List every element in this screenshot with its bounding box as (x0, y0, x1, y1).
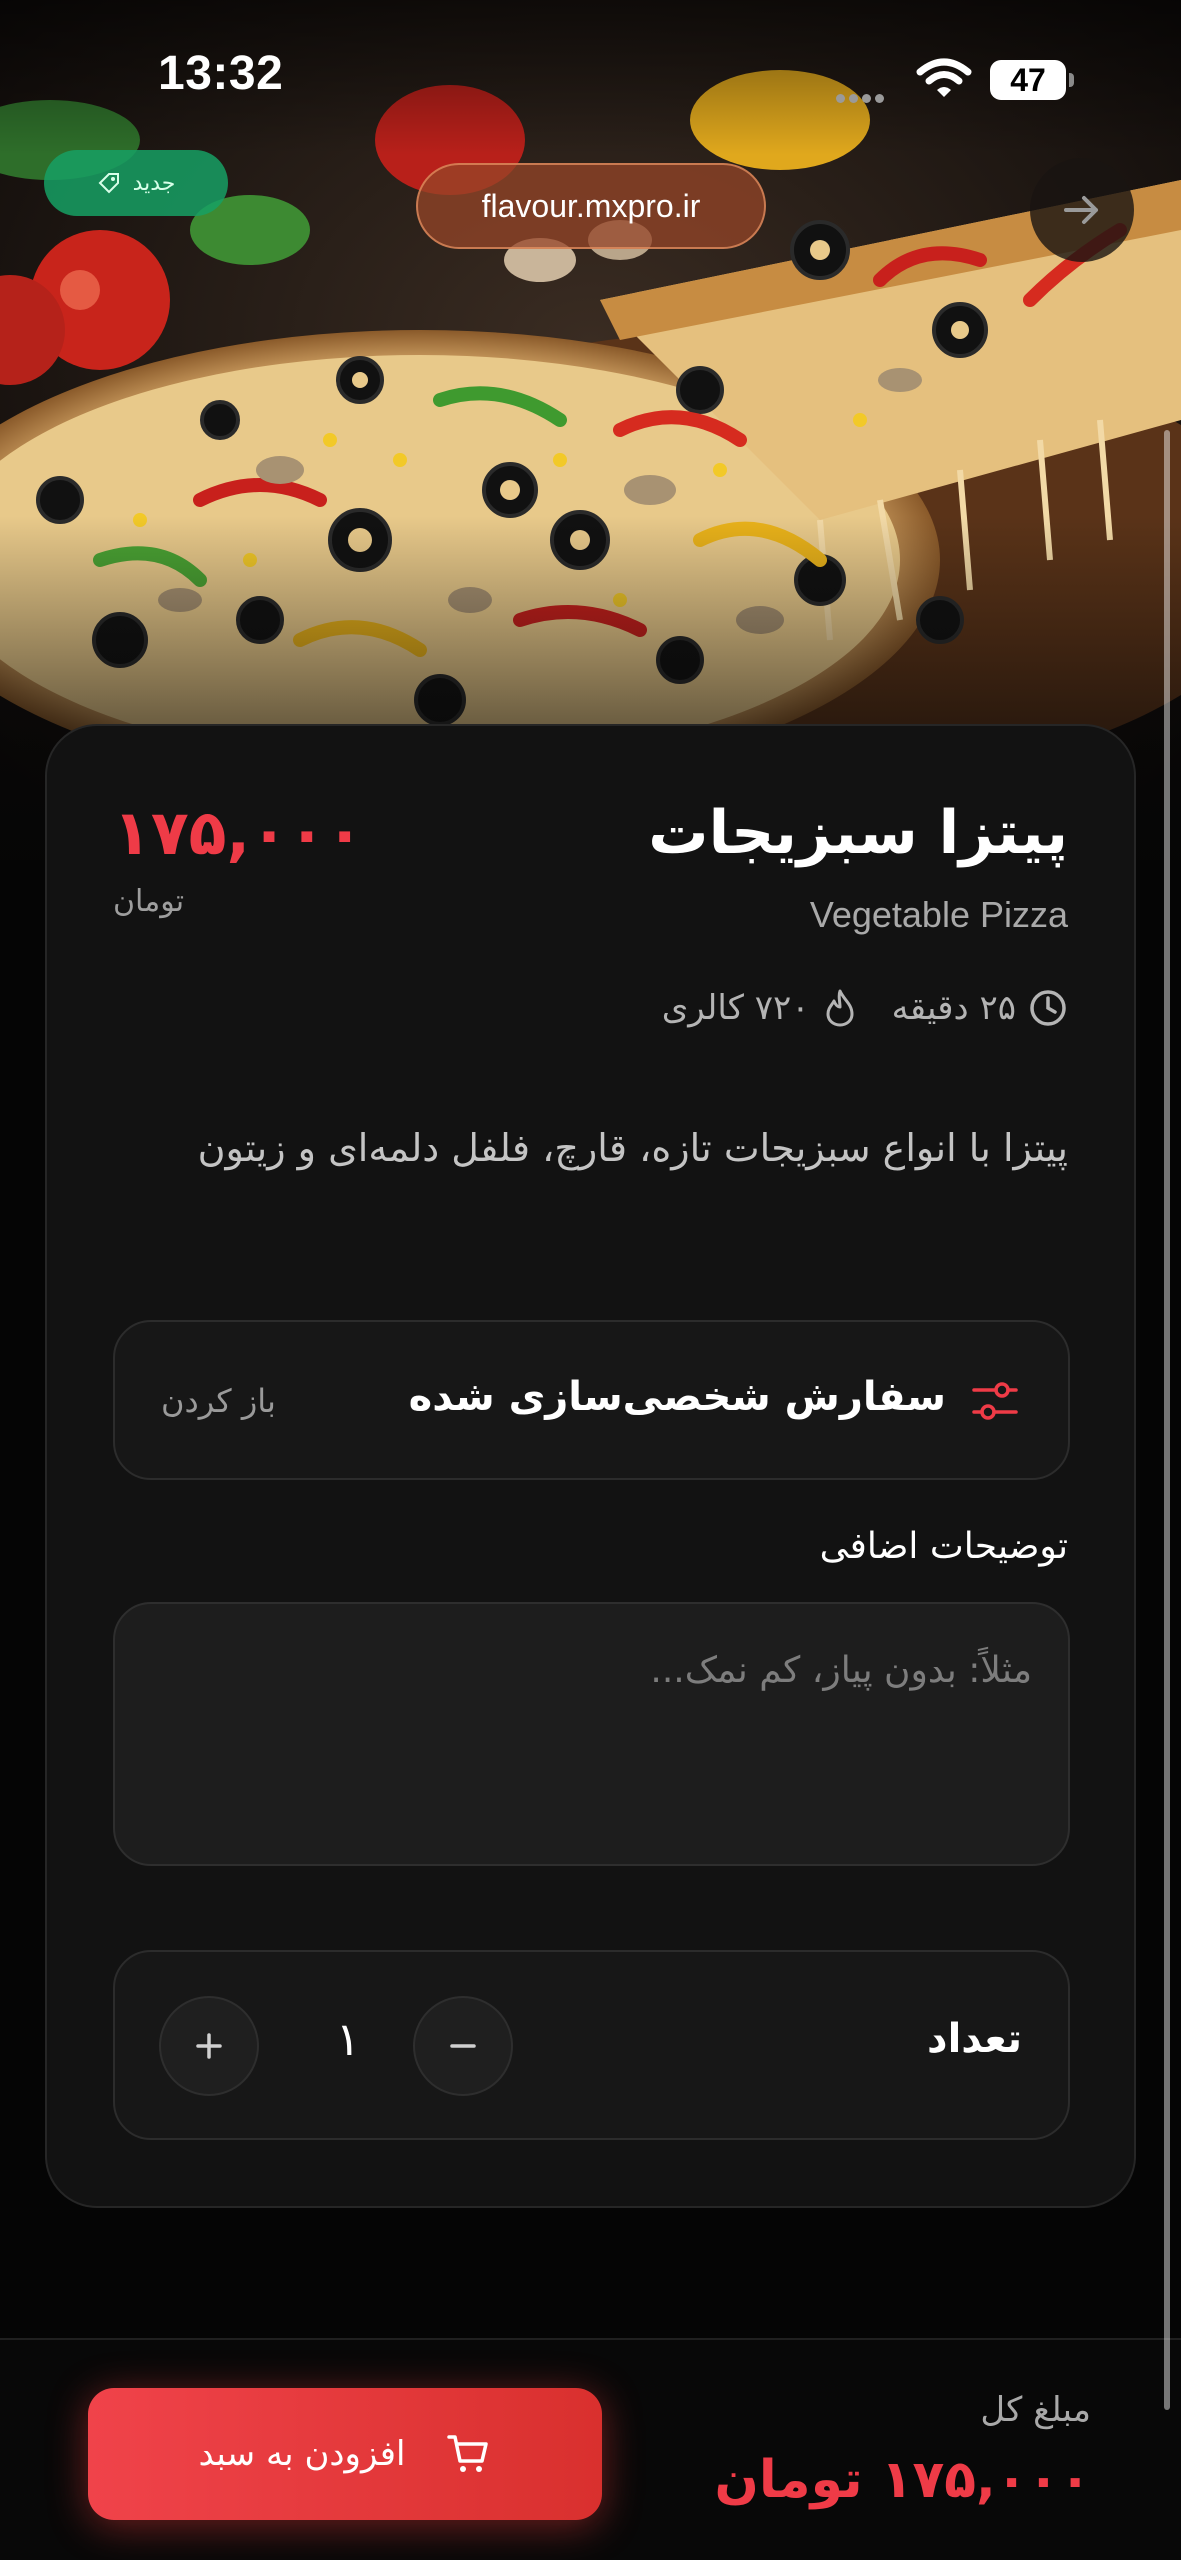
prep-time-text: ۲۵ دقیقه (891, 988, 1016, 1028)
customize-order-button[interactable]: سفارش شخصی‌سازی شده باز کردن (113, 1320, 1070, 1480)
forward-button[interactable] (1030, 158, 1134, 262)
add-to-cart-button[interactable]: افزودن به سبد (88, 2388, 602, 2520)
bottom-bar: مبلغ کل ۱۷۵,۰۰۰ تومان افزودن به سبد (0, 2338, 1181, 2560)
wifi-icon (916, 58, 972, 97)
url-pill[interactable]: flavour.mxpro.ir (416, 163, 766, 249)
battery-icon: 47 (990, 60, 1074, 100)
cart-icon (447, 2435, 489, 2472)
decrease-quantity-button[interactable] (413, 1996, 513, 2096)
battery-level: 47 (1010, 62, 1046, 98)
quantity-value: ۱ (335, 2012, 361, 2066)
calories: ۷۲۰ کالری (662, 988, 858, 1028)
flame-icon (826, 989, 854, 1027)
notes-input[interactable] (113, 1602, 1070, 1866)
product-card: پیتزا سبزیجات Vegetable Pizza ۱۷۵,۰۰۰ تو… (45, 724, 1136, 2208)
customize-open-label: باز کردن (161, 1382, 276, 1420)
status-time: 13:32 (158, 47, 284, 100)
status-bar: 13:32 47 (0, 0, 1181, 110)
total-value: ۱۷۵,۰۰۰ تومان (714, 2450, 1091, 2510)
total-label: مبلغ کل (980, 2390, 1091, 2430)
quantity-label: تعداد (927, 2016, 1022, 2062)
meta-row: ۲۵ دقیقه ۷۲۰ کالری (662, 988, 1068, 1028)
customize-label: سفارش شخصی‌سازی شده (408, 1374, 946, 1420)
add-to-cart-label: افزودن به سبد (198, 2434, 406, 2474)
screen: 13:32 47 جدید flavour.mxpro.ir پیتزا سبز… (0, 0, 1181, 2560)
notes-label: توضیحات اضافی (819, 1526, 1068, 1567)
increase-quantity-button[interactable] (159, 1996, 259, 2096)
sliders-icon (972, 1382, 1018, 1420)
plus-icon (196, 2033, 222, 2059)
new-badge: جدید (44, 150, 228, 216)
url-text: flavour.mxpro.ir (481, 187, 701, 224)
price-unit: تومان (113, 884, 185, 919)
tag-icon (98, 173, 119, 194)
product-description: پیتزا با انواع سبزیجات تازه، قارچ، فلفل … (197, 1126, 1068, 1170)
minus-icon (450, 2044, 476, 2048)
quantity-stepper: تعداد ۱ (113, 1950, 1070, 2140)
clock-icon (1030, 990, 1066, 1026)
arrow-right-icon (1064, 196, 1098, 224)
product-subtitle: Vegetable Pizza (809, 894, 1068, 935)
calories-text: ۷۲۰ کالری (661, 988, 810, 1028)
new-badge-label: جدید (132, 170, 176, 196)
product-title: پیتزا سبزیجات (648, 798, 1068, 868)
signal-dots-icon (836, 88, 888, 107)
product-price: ۱۷۵,۰۰۰ (113, 796, 364, 869)
scrollbar[interactable] (1164, 430, 1170, 2410)
prep-time: ۲۵ دقیقه (892, 988, 1068, 1028)
